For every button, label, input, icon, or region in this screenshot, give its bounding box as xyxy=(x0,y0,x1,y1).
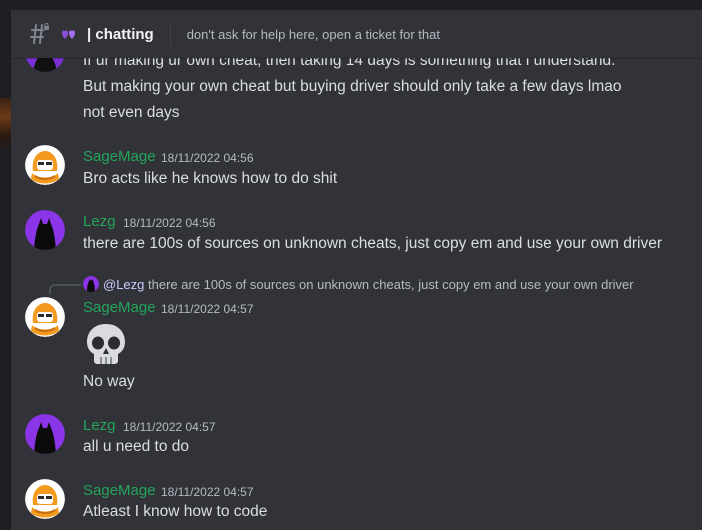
message-author[interactable]: SageMage xyxy=(83,299,156,316)
reply-avatar[interactable] xyxy=(83,276,99,292)
sagemage-avatar[interactable] xyxy=(25,145,65,185)
message-list: If ur making ur own cheat, then taking 1… xyxy=(11,58,702,530)
message-scrollbar[interactable] xyxy=(698,58,702,530)
lezg-avatar[interactable] xyxy=(25,210,65,250)
message-author[interactable]: SageMage xyxy=(83,482,156,499)
channel-topic[interactable]: don't ask for help here, open a ticket f… xyxy=(187,27,440,42)
message-text: there are 100s of sources on unknown che… xyxy=(83,235,662,252)
message-text: not even days xyxy=(83,104,180,121)
message-author[interactable]: Lezg xyxy=(83,213,116,230)
sidebar-banner-art xyxy=(0,98,11,152)
hash-lock-icon xyxy=(27,22,51,46)
discord-window: | chatting don't ask for help here, open… xyxy=(0,0,702,530)
reply-preview-text[interactable]: there are 100s of sources on unknown che… xyxy=(148,277,634,292)
message-timestamp[interactable]: 18/11/2022 04:57 xyxy=(161,302,254,316)
message-author[interactable]: SageMage xyxy=(83,148,156,165)
header-divider xyxy=(169,22,171,46)
sagemage-avatar[interactable] xyxy=(25,479,65,519)
message-timestamp[interactable]: 18/11/2022 04:56 xyxy=(161,151,254,165)
reply-connector xyxy=(49,284,81,294)
reply-mention[interactable]: @Lezg xyxy=(103,277,144,292)
lezg-avatar[interactable] xyxy=(25,414,65,454)
channel-header: | chatting don't ask for help here, open… xyxy=(11,10,702,58)
avatar[interactable] xyxy=(25,58,65,72)
message-timestamp[interactable]: 18/11/2022 04:57 xyxy=(123,420,216,434)
sagemage-avatar[interactable] xyxy=(25,297,65,337)
message-text: all u need to do xyxy=(83,438,190,455)
message-text: Atleast I know how to code xyxy=(83,503,268,520)
channel-sidebar-edge xyxy=(0,10,11,530)
message-text: If ur making ur own cheat, then taking 1… xyxy=(83,58,616,69)
skull-emoji-icon[interactable] xyxy=(83,321,129,367)
channel-name[interactable]: | chatting xyxy=(87,26,154,43)
message-text: Bro acts like he knows how to do shit xyxy=(83,170,338,187)
message-text: No way xyxy=(83,373,135,390)
message-timestamp[interactable]: 18/11/2022 04:56 xyxy=(123,216,216,230)
message-author[interactable]: Lezg xyxy=(83,417,116,434)
purple-hearts-emoji-icon xyxy=(61,27,77,41)
message-timestamp[interactable]: 18/11/2022 04:57 xyxy=(161,485,254,499)
message-text: But making your own cheat but buying dri… xyxy=(83,78,622,95)
title-bar xyxy=(0,0,702,10)
